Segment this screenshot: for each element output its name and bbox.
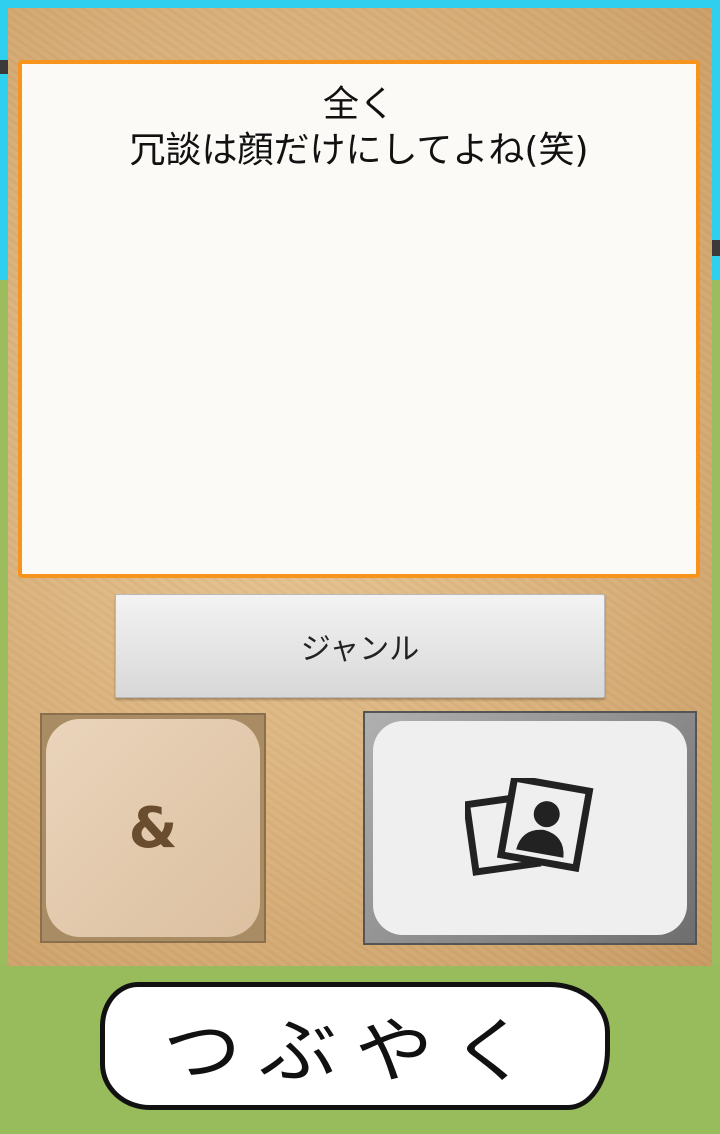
tweet-button[interactable]: つぶやく <box>100 982 610 1110</box>
photo-button[interactable] <box>363 711 697 945</box>
photo-gallery-icon <box>465 778 594 876</box>
message-display: 全く 冗談は顔だけにしてよね(笑) <box>18 60 700 578</box>
genre-button-label: ジャンル <box>300 632 420 667</box>
message-text: 全く 冗談は顔だけにしてよね(笑) <box>129 84 589 171</box>
ampersand-label: & <box>128 795 178 861</box>
and-button-face: & <box>46 719 260 937</box>
tweet-button-label: つぶやく <box>162 1011 547 1093</box>
genre-button[interactable]: ジャンル <box>115 594 605 698</box>
and-button[interactable]: & <box>40 713 266 943</box>
photo-button-face <box>373 721 687 935</box>
